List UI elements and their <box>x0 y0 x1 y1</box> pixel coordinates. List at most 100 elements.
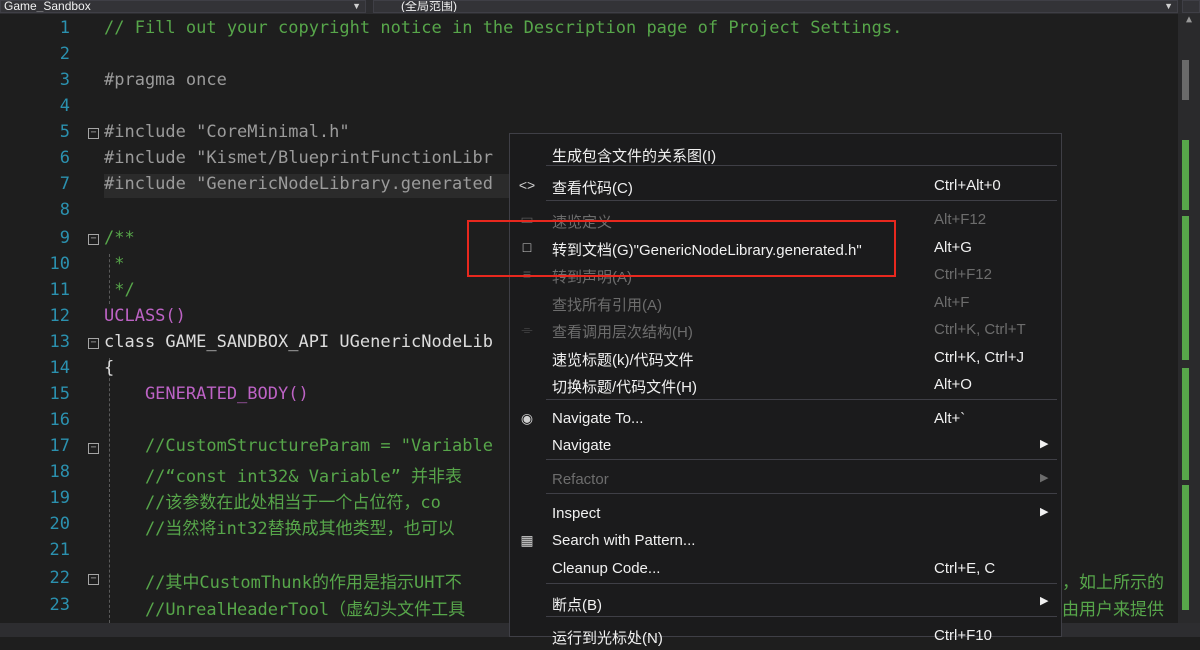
menu-item-shortcut: Ctrl+F12 <box>934 266 992 283</box>
menu-item-shortcut: Alt+F12 <box>934 211 987 228</box>
code-overflow-text: ，如上所示的 <box>1062 573 1164 593</box>
fold-toggle[interactable]: − <box>88 443 99 454</box>
code-line: UCLASS() <box>104 306 186 326</box>
menu-item[interactable]: 查找所有引用(A) Alt+F <box>510 290 1061 317</box>
scope-combo-value: (全局范围) <box>401 0 457 13</box>
search-pattern-icon: ▦ <box>520 532 534 548</box>
line-number: 7 <box>59 174 70 194</box>
menu-item-label: Navigate <box>552 437 612 454</box>
scope-combo[interactable]: (全局范围) ▼ <box>373 0 1178 13</box>
line-number: 11 <box>49 280 70 300</box>
menu-item[interactable]: <> 查看代码(C) Ctrl+Alt+0 <box>510 173 1061 200</box>
line-number: 8 <box>59 200 70 220</box>
code-line: #include "GenericNodeLibrary.generated <box>104 174 493 194</box>
code-line: { <box>104 358 115 378</box>
line-number: 20 <box>49 514 70 534</box>
line-number: 23 <box>49 595 70 615</box>
menu-item-label: Inspect <box>552 505 601 522</box>
menu-item[interactable]: ⌯ 查看调用层次结构(H) Ctrl+K, Ctrl+T <box>510 317 1061 344</box>
menu-item-shortcut: Ctrl+K, Ctrl+T <box>934 321 1026 338</box>
menu-item[interactable]: Navigate ▶ <box>510 433 1061 460</box>
chevron-right-icon: ▶ <box>1040 595 1049 607</box>
fold-toggle[interactable]: − <box>88 234 99 245</box>
context-menu: 生成包含文件的关系图(I) <> 查看代码(C) Ctrl+Alt+0 ▭ 速览定义 Alt… <box>509 133 1062 647</box>
menu-item-label: 查看调用层次结构(H) <box>552 324 693 341</box>
chevron-right-icon: ▶ <box>1040 438 1049 450</box>
line-number: 15 <box>49 384 70 404</box>
split-button[interactable] <box>1182 0 1200 13</box>
menu-item-shortcut: Ctrl+F10 <box>934 627 992 644</box>
line-number: 21 <box>49 540 70 560</box>
menu-item-label: 断点(B) <box>552 597 602 614</box>
navigate-to-icon: ◉ <box>520 410 534 426</box>
menu-item-label: 切换标题/代码文件(H) <box>552 379 697 396</box>
code-line: //当然将int32替换成其他类型，也可以 <box>104 519 455 539</box>
code-line: class GAME_SANDBOX_API UGenericNodeLib <box>104 332 493 352</box>
menu-item-label: 运行到光标处(N) <box>552 630 663 647</box>
line-number: 12 <box>49 306 70 326</box>
menu-item-shortcut: Alt+G <box>934 239 972 256</box>
code-line: #pragma once <box>104 70 227 90</box>
line-number: 22 <box>49 568 70 588</box>
fold-toggle[interactable]: − <box>88 574 99 585</box>
line-number: 10 <box>49 254 70 274</box>
menu-item[interactable]: Refactor ▶ <box>510 467 1061 494</box>
menu-item[interactable]: Cleanup Code... Ctrl+E, C <box>510 556 1061 583</box>
code-line: GENERATED_BODY() <box>104 384 309 404</box>
menu-item-shortcut: Alt+O <box>934 376 972 393</box>
line-number: 13 <box>49 332 70 352</box>
menu-separator <box>546 583 1057 584</box>
menu-item[interactable]: Inspect ▶ <box>510 501 1061 528</box>
line-number: 2 <box>59 44 70 64</box>
line-number: 14 <box>49 358 70 378</box>
chevron-down-icon: ▼ <box>352 1 361 11</box>
fold-toggle[interactable]: − <box>88 338 99 349</box>
code-line: //该参数在此处相当于一个占位符，co <box>104 493 441 513</box>
fold-toggle[interactable]: − <box>88 128 99 139</box>
menu-item-label: Cleanup Code... <box>552 560 661 577</box>
line-number: 1 <box>59 18 70 38</box>
code-line: /** <box>104 228 135 248</box>
scrollbar-change-map <box>1182 60 1189 620</box>
code-line: #include "CoreMinimal.h" <box>104 122 350 142</box>
menu-item[interactable]: 生成包含文件的关系图(I) <box>510 141 1061 168</box>
code-line: //UnrealHeaderTool（虚幻头文件工具 <box>104 600 466 620</box>
code-line: //其中CustomThunk的作用是指示UHT不 <box>104 573 462 593</box>
menu-item[interactable]: 断点(B) ▶ <box>510 590 1061 617</box>
menu-item-shortcut: Ctrl+Alt+0 <box>934 177 1001 194</box>
line-number: 16 <box>49 410 70 430</box>
menu-item[interactable]: ◉ Navigate To... Alt+` <box>510 406 1061 433</box>
menu-item-label: 查找所有引用(A) <box>552 297 662 314</box>
line-number: 9 <box>59 228 70 248</box>
line-number: 5 <box>59 122 70 142</box>
line-number: 18 <box>49 462 70 482</box>
highlight-box <box>467 220 896 277</box>
chevron-down-icon: ▼ <box>1164 1 1173 11</box>
menu-separator <box>546 399 1057 400</box>
menu-item-label: Refactor <box>552 471 609 488</box>
menu-item-shortcut: Ctrl+K, Ctrl+J <box>934 349 1025 366</box>
code-view-icon: <> <box>518 177 536 193</box>
project-combo[interactable]: Game_Sandbox ▼ <box>0 0 366 13</box>
menu-item-label: 查看代码(C) <box>552 180 633 197</box>
menu-item[interactable]: ▦ Search with Pattern... <box>510 528 1061 555</box>
editor-navigation-bar: Game_Sandbox ▼ (全局范围) ▼ <box>0 0 1200 14</box>
code-line: // Fill out your copyright notice in the… <box>104 18 903 38</box>
menu-item[interactable]: 速览标题(k)/代码文件 Ctrl+K, Ctrl+J <box>510 345 1061 372</box>
menu-item[interactable]: 切换标题/代码文件(H) Alt+O <box>510 372 1061 399</box>
menu-separator <box>546 200 1057 201</box>
code-overflow-text: 由用户来提供 <box>1062 600 1164 620</box>
menu-item-label: Search with Pattern... <box>552 532 696 549</box>
line-number: 19 <box>49 488 70 508</box>
line-number: 17 <box>49 436 70 456</box>
scroll-up-icon[interactable]: ▲ <box>1178 14 1200 30</box>
chevron-right-icon: ▶ <box>1040 506 1049 518</box>
menu-item-label: Navigate To... <box>552 410 644 427</box>
menu-item-shortcut: Ctrl+E, C <box>934 560 996 577</box>
code-line: //“const int32& Variable” 并非表 <box>104 467 463 487</box>
line-number: 4 <box>59 96 70 116</box>
menu-item-label: 生成包含文件的关系图(I) <box>552 148 717 165</box>
menu-item-shortcut: Alt+` <box>934 410 966 427</box>
code-line: #include "Kismet/BlueprintFunctionLibr <box>104 148 493 168</box>
menu-item-label: 速览标题(k)/代码文件 <box>552 352 694 369</box>
